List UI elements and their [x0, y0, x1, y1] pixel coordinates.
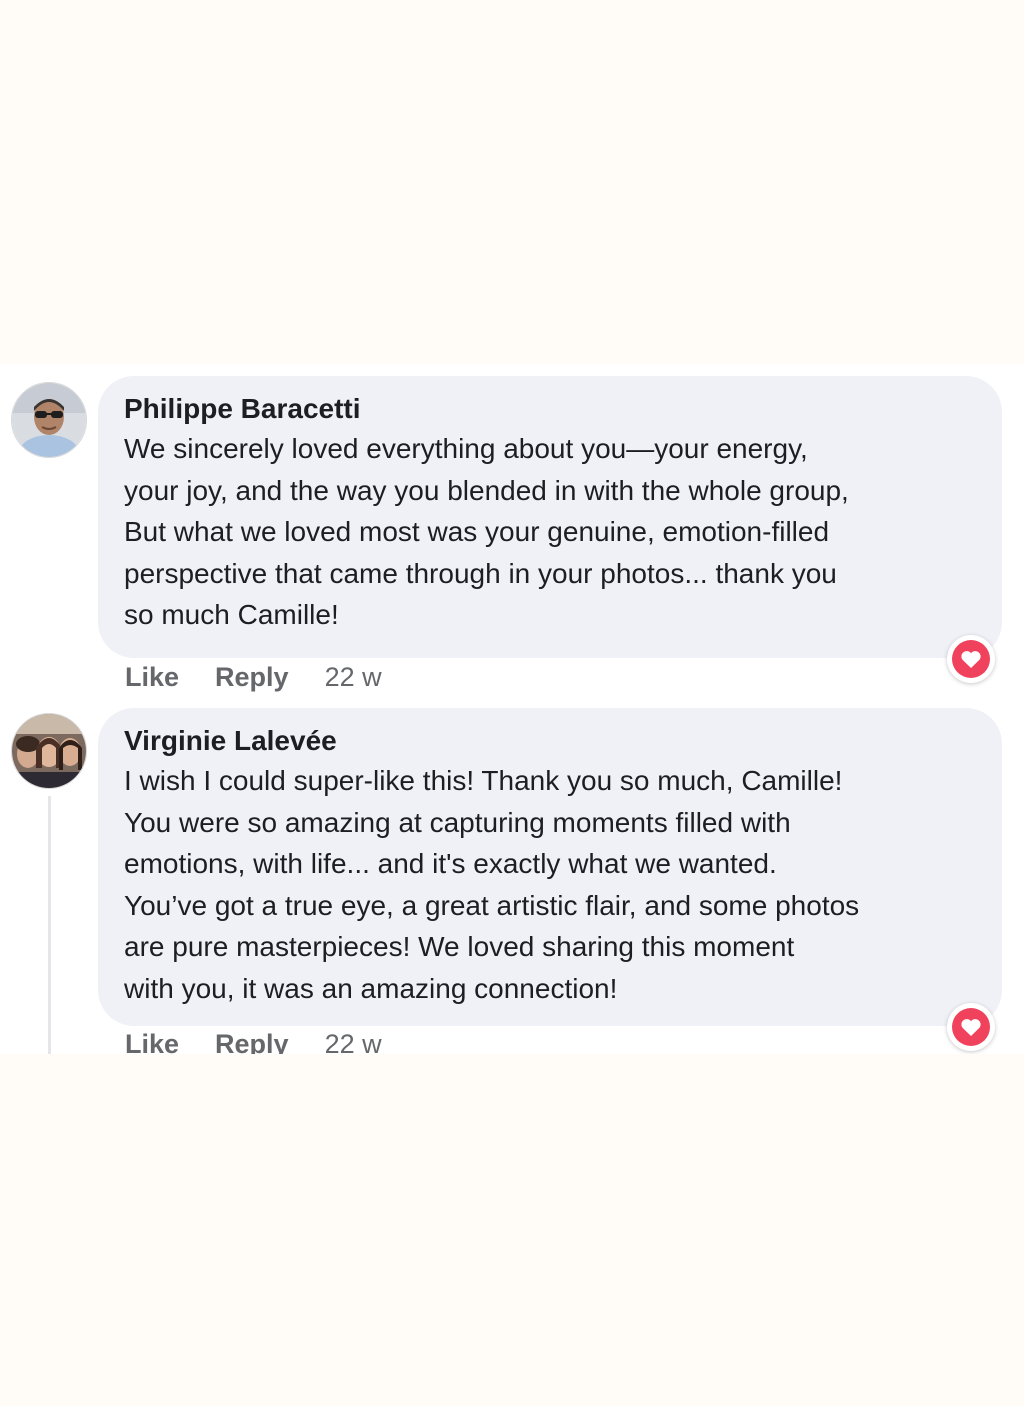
comment-text: We sincerely loved everything about you—…: [124, 428, 976, 636]
comment-author[interactable]: Virginie Lalevée: [124, 726, 976, 756]
comment-actions: Like Reply 22 w: [125, 659, 382, 695]
comment-text-line: perspective that came through in your ph…: [124, 557, 837, 589]
comment-text-line: We sincerely loved everything about you—…: [124, 433, 808, 464]
comment-timestamp[interactable]: 22 w: [325, 1029, 382, 1055]
comment-text-line: are pure masterpieces! We loved sharing …: [124, 931, 795, 962]
reply-button[interactable]: Reply: [215, 1029, 289, 1055]
comment-thread: Philippe Baracetti We sincerely loved ev…: [0, 364, 1024, 1054]
comment-text: I wish I could super-like this! Thank yo…: [124, 760, 976, 1009]
comment-bubble: Philippe Baracetti We sincerely loved ev…: [98, 376, 1002, 658]
comment-text-line: You were so amazing at capturing moments…: [124, 806, 791, 838]
reaction-badge[interactable]: [947, 635, 995, 683]
comment-actions: Like Reply 22 w: [125, 1026, 382, 1055]
comment-text-line: with you, it was an amazing connection!: [124, 972, 618, 1004]
comment-text-line: your joy, and the way you blended in wit…: [124, 474, 849, 506]
avatar[interactable]: [11, 713, 87, 789]
like-button[interactable]: Like: [125, 1029, 179, 1055]
comment-text-line: so much Camille!: [124, 599, 339, 630]
comment-timestamp[interactable]: 22 w: [325, 662, 382, 693]
comment-author[interactable]: Philippe Baracetti: [124, 394, 976, 424]
like-button[interactable]: Like: [125, 662, 179, 693]
comment-bubble: Virginie Lalevée I wish I could super-li…: [98, 708, 1002, 1026]
comment-text-line: You’ve got a true eye, a great artistic …: [124, 889, 860, 921]
heart-icon: [952, 640, 990, 678]
comment-text-line: emotions, with life... and it's exactly …: [124, 848, 777, 879]
reply-button[interactable]: Reply: [215, 662, 289, 693]
comment-text-line: I wish I could super-like this! Thank yo…: [124, 765, 843, 796]
avatar[interactable]: [11, 382, 87, 458]
heart-icon: [952, 1008, 990, 1046]
comment-text-line: But what we loved most was your genuine,…: [124, 516, 830, 547]
reaction-badge[interactable]: [947, 1003, 995, 1051]
reply-thread-line: [48, 796, 51, 1054]
